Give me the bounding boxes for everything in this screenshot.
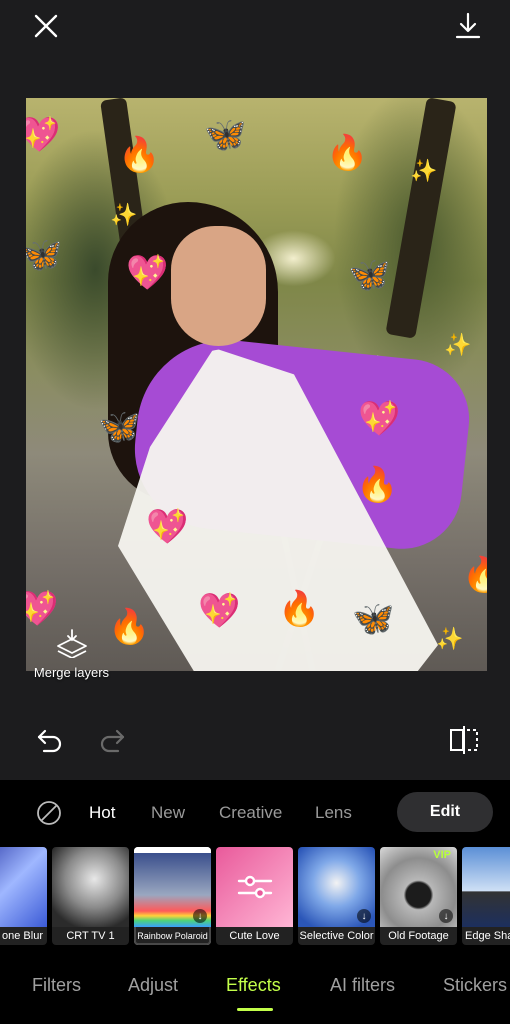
tree-trunk: [385, 98, 457, 339]
effect-thumbnail[interactable]: one Blur: [0, 847, 47, 945]
category-hot[interactable]: Hot: [89, 803, 115, 823]
sliders-icon: [237, 875, 272, 899]
effect-thumbnail[interactable]: CRT TV 1: [52, 847, 129, 945]
effect-label: Old Footage: [380, 927, 457, 945]
no-effect-icon[interactable]: [36, 800, 62, 826]
butterfly-sticker[interactable]: 🦋: [352, 602, 394, 636]
butterfly-sticker[interactable]: 🦋: [26, 238, 62, 272]
effect-preview: [216, 847, 293, 927]
butterfly-sticker[interactable]: 🦋: [348, 258, 390, 292]
redo-icon[interactable]: [94, 722, 130, 758]
category-new[interactable]: New: [151, 803, 185, 823]
rainbow-heart-sticker[interactable]: 💖: [198, 594, 240, 628]
effect-label: Rainbow Polaroid: [134, 927, 211, 945]
effect-thumbnail[interactable]: Edge Shar: [462, 847, 510, 945]
download-icon[interactable]: [448, 6, 488, 46]
rainbow-heart-sticker[interactable]: 💖: [26, 592, 58, 626]
download-badge-icon: ↓: [357, 909, 371, 923]
effect-thumbnail-selected[interactable]: ↓ Rainbow Polaroid: [134, 847, 211, 945]
sparkle-sticker: ✨: [410, 158, 438, 183]
effect-label: Edge Shar: [462, 927, 510, 945]
compare-icon[interactable]: [444, 720, 484, 760]
effect-thumbnail[interactable]: ↓ Selective Color: [298, 847, 375, 945]
tab-effects[interactable]: Effects: [226, 975, 281, 996]
active-tab-indicator: [237, 1008, 273, 1011]
tab-ai-filters[interactable]: AI filters: [330, 975, 395, 996]
effect-preview: [462, 847, 510, 927]
effect-preview: [52, 847, 129, 927]
category-creative[interactable]: Creative: [219, 803, 282, 823]
effect-thumbnail[interactable]: Cute Love: [216, 847, 293, 945]
rainbow-heart-sticker[interactable]: 💖: [126, 256, 168, 290]
category-lens[interactable]: Lens: [315, 803, 352, 823]
effect-label: Selective Color: [298, 927, 375, 945]
fire-sticker[interactable]: 🔥: [462, 558, 487, 592]
rainbow-heart-sticker[interactable]: 💖: [26, 118, 60, 152]
effects-thumbnail-strip[interactable]: one Blur CRT TV 1 ↓ Rainbow Polaroid Cut…: [0, 847, 510, 947]
rainbow-heart-sticker[interactable]: 💖: [358, 402, 400, 436]
fire-sticker[interactable]: 🔥: [278, 592, 320, 626]
effect-label: CRT TV 1: [52, 927, 129, 945]
download-badge-icon: ↓: [439, 909, 453, 923]
merge-layers-button[interactable]: Merge layers: [24, 628, 119, 680]
photo-canvas[interactable]: 💖 🔥 🦋 🔥 ✨ 💖 ✨ 🦋 🦋 ✨ 🦋 💖 🔥 💖 🔥 💖 🔥 💖 🔥 🦋 …: [26, 98, 487, 671]
fire-sticker[interactable]: 🔥: [326, 136, 368, 170]
tab-adjust[interactable]: Adjust: [128, 975, 178, 996]
close-icon[interactable]: [26, 6, 66, 46]
sparkle-sticker: ✨: [444, 332, 472, 357]
effect-label: one Blur: [0, 927, 47, 945]
tab-stickers[interactable]: Stickers: [443, 975, 507, 996]
butterfly-sticker[interactable]: 🦋: [98, 410, 140, 444]
effect-thumbnail[interactable]: VIP ↓ Old Footage: [380, 847, 457, 945]
tab-filters[interactable]: Filters: [32, 975, 81, 996]
sparkle-sticker: ✨: [110, 202, 138, 227]
sparkle-sticker: ✨: [436, 626, 464, 651]
fire-sticker[interactable]: 🔥: [356, 468, 398, 502]
butterfly-sticker[interactable]: 🦋: [204, 118, 246, 152]
rainbow-heart-sticker[interactable]: 💖: [146, 510, 188, 544]
undo-icon[interactable]: [32, 722, 68, 758]
top-bar: [0, 0, 510, 60]
edit-button[interactable]: Edit: [397, 792, 493, 832]
vip-badge: VIP: [433, 849, 451, 861]
effect-preview: [0, 847, 47, 927]
merge-layers-label: Merge layers: [33, 665, 110, 680]
subject-face: [171, 226, 266, 346]
merge-layers-icon: [55, 629, 89, 662]
fire-sticker[interactable]: 🔥: [118, 138, 160, 172]
effect-label: Cute Love: [216, 927, 293, 945]
download-badge-icon: ↓: [193, 909, 207, 923]
